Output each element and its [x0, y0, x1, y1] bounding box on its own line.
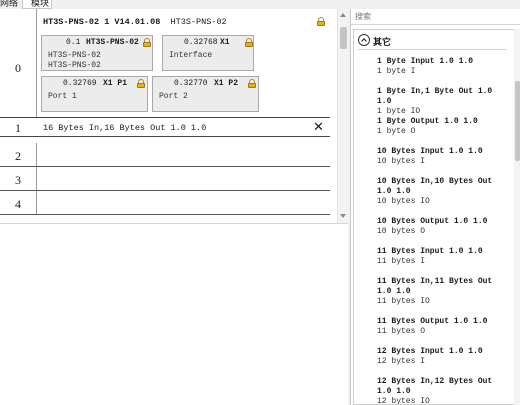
lock-icon: [137, 79, 145, 88]
list-item[interactable]: 1 Byte Output 1.0 1.0 1 byte O: [354, 117, 510, 147]
device-title-prefix: HT3S-PNS-02 1 V14.01.08: [43, 17, 161, 27]
slot-number-3: 3: [15, 173, 21, 187]
device-view-panel: 0 HT3S-PNS-02 1 V14.01.08 HT3S-PNS-02 0.…: [0, 9, 348, 405]
catalog-panel: 其它 1 Byte Input 1.0 1.0 1 byte I 1 Byte …: [350, 9, 520, 405]
list-item[interactable]: 10 Bytes Input 1.0 1.0 10 bytes I: [354, 147, 510, 177]
slot-number-2: 2: [15, 149, 21, 163]
properties-area: [0, 224, 348, 405]
module-port-1-line-1: Port 1: [48, 92, 77, 101]
lock-icon: [248, 79, 256, 88]
list-item[interactable]: 1 Byte Input 1.0 1.0 1 byte I: [354, 57, 510, 87]
slot-1-row[interactable]: 1 16 Bytes In,16 Bytes Out 1.0 1.0 ✕: [0, 117, 330, 137]
module-head-line-1: HT3S-PNS-02: [48, 51, 101, 60]
catalog-list: 1 Byte Input 1.0 1.0 1 byte I 1 Byte In,…: [354, 57, 510, 404]
collapse-icon[interactable]: [358, 34, 370, 46]
module-port-2-name: X1 P2: [214, 79, 239, 88]
lock-icon: [317, 17, 325, 26]
list-item[interactable]: 10 Bytes Output 1.0 1.0 10 bytes O: [354, 217, 510, 247]
tab-modules[interactable]: 模块: [22, 0, 52, 9]
tab-strip: 网络 模块: [0, 0, 350, 9]
remove-module-icon[interactable]: ✕: [313, 119, 324, 135]
module-port-2-number: 0.32770: [174, 79, 208, 88]
device-rack: 0 HT3S-PNS-02 1 V14.01.08 HT3S-PNS-02 0.…: [0, 9, 337, 219]
rack-scrollbar[interactable]: [337, 9, 348, 224]
slot-0-area[interactable]: HT3S-PNS-02 1 V14.01.08 HT3S-PNS-02 0.1 …: [36, 9, 330, 117]
tab-network[interactable]: 网络: [0, 0, 18, 9]
slot-3-row[interactable]: 3: [0, 167, 330, 191]
scrollbar-thumb[interactable]: [515, 81, 520, 161]
catalog-scrollbar[interactable]: [514, 29, 520, 405]
category-label: 其它: [373, 37, 392, 47]
module-interface-number: 0.32768: [184, 38, 218, 47]
slot-2-row[interactable]: 2: [0, 143, 330, 167]
module-port-1[interactable]: 0.32769 X1 P1 Port 1: [41, 76, 148, 112]
module-port-1-number: 0.32769: [63, 79, 97, 88]
module-interface-name: X1: [220, 38, 230, 47]
slot-number-1: 1: [15, 121, 21, 135]
module-head[interactable]: 0.1 HT3S-PNS-02 HT3S-PNS-02 HT3S-PNS-02: [41, 35, 153, 71]
lock-icon: [245, 38, 253, 47]
module-head-number: 0.1: [66, 38, 81, 47]
list-item[interactable]: 11 Bytes Output 1.0 1.0 11 bytes O: [354, 317, 510, 347]
module-port-2-line-1: Port 2: [159, 92, 188, 101]
module-head-line-2: HT3S-PNS-02: [48, 61, 101, 70]
module-interface[interactable]: 0.32768 X1 Interface: [162, 35, 254, 71]
module-interface-line-1: Interface: [169, 51, 213, 60]
list-item[interactable]: 10 Bytes In,10 Bytes Out 1.0 1.0 10 byte…: [354, 177, 510, 217]
device-title: HT3S-PNS-02 1 V14.01.08 HT3S-PNS-02: [43, 17, 227, 27]
slot-number-4: 4: [15, 197, 21, 211]
slot-1-module-name: 16 Bytes In,16 Bytes Out 1.0 1.0: [43, 123, 207, 133]
slot-4-row[interactable]: 4: [0, 191, 330, 215]
module-head-name: HT3S-PNS-02: [86, 38, 139, 47]
list-item[interactable]: 11 Bytes In,11 Bytes Out 1.0 1.0 11 byte…: [354, 277, 510, 317]
divider: [358, 49, 506, 50]
list-item[interactable]: 1 Byte In,1 Byte Out 1.0 1.0 1 byte IO: [354, 87, 510, 117]
scrollbar-thumb[interactable]: [340, 27, 347, 49]
list-item[interactable]: 12 Bytes In,12 Bytes Out 1.0 1.0 12 byte…: [354, 377, 510, 404]
slot-number-0: 0: [15, 61, 21, 75]
scroll-down-icon[interactable]: [340, 214, 346, 218]
device-title-name: HT3S-PNS-02: [170, 17, 227, 27]
lock-icon: [143, 38, 151, 47]
list-item[interactable]: 12 Bytes Input 1.0 1.0 12 bytes I: [354, 347, 510, 377]
list-item[interactable]: 11 Bytes Input 1.0 1.0 11 bytes I: [354, 247, 510, 277]
scroll-up-icon[interactable]: [340, 13, 346, 17]
search-bar: [351, 9, 520, 25]
module-port-1-name: X1 P1: [103, 79, 128, 88]
module-port-2[interactable]: 0.32770 X1 P2 Port 2: [152, 76, 259, 112]
module-catalog: 其它 1 Byte Input 1.0 1.0 1 byte I 1 Byte …: [353, 29, 515, 405]
search-input[interactable]: [355, 10, 485, 23]
